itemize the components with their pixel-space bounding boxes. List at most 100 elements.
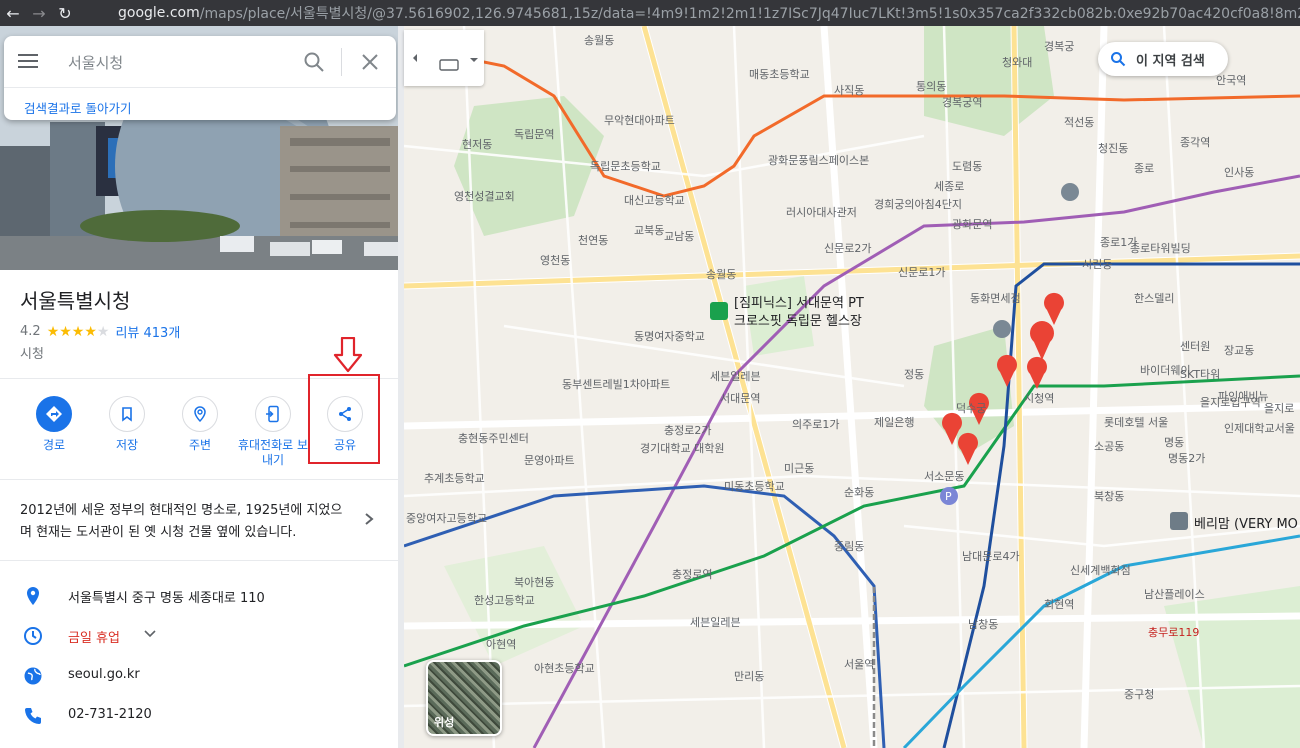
map-label: 경복궁역 (942, 96, 983, 109)
poi-label[interactable]: [짐피닉스] 서대문역 PT (734, 292, 864, 311)
back-to-results-link[interactable]: 검색결과로 돌아가기 (24, 98, 131, 117)
map-label: 롯데호텔 서울 (1104, 416, 1169, 429)
annotation-arrow-icon (333, 337, 363, 373)
map-label: 순화동 (844, 486, 875, 499)
nearby-button[interactable]: 주변 (163, 396, 237, 453)
website-text: seoul.go.kr (68, 667, 140, 682)
map-label: 아현역 (486, 638, 517, 651)
map-label: 신문로1가 (898, 266, 946, 279)
map-label: 추계초등학교 (424, 472, 485, 485)
map-label: 제일은행 (874, 416, 915, 429)
browser-toolbar: ← → ↻ google.com/maps/place/서울특별시청/@37.5… (0, 0, 1300, 26)
address-row[interactable]: 서울특별시 중구 명동 세종대로 110 (0, 577, 398, 617)
search-this-area-label: 이 지역 검색 (1136, 53, 1205, 69)
map-canvas[interactable]: P [짐피닉스] 서대문역 PT 크로스핏 독립문 헬스장 베리맘 (VERY … (404, 26, 1300, 748)
url-path: /maps/place/서울특별시청/@37.5616902,126.97456… (199, 6, 1300, 22)
url-host: google.com (118, 5, 200, 21)
search-box: 서울시청 검색결과로 돌아가기 (4, 36, 396, 120)
website-row[interactable]: seoul.go.kr (0, 657, 398, 697)
svg-text:P: P (945, 490, 952, 503)
map-label: 천연동 (578, 234, 609, 247)
save-label: 저장 (115, 438, 139, 452)
save-button[interactable]: 저장 (90, 396, 164, 453)
share-highlight-box (308, 374, 380, 464)
map-label: 바이더웨이 (1140, 364, 1191, 377)
map-label: 한성고등학교 (474, 594, 535, 607)
map-label: 교북동 (634, 224, 665, 237)
poi-label[interactable]: 베리맘 (VERY MO (1194, 513, 1298, 532)
map-label: 영천동 (540, 254, 571, 267)
search-icon[interactable] (302, 50, 326, 74)
map-label: 독립문역 (514, 128, 555, 141)
map-label: 종각역 (1180, 136, 1211, 149)
map-label: 경희궁의아침4단지 (874, 198, 962, 211)
chevron-right-icon[interactable] (362, 512, 376, 526)
hours-row[interactable]: 금일 휴업 (0, 617, 398, 657)
map-label: 광화문역 (952, 218, 993, 231)
map-label: 미근동 (784, 462, 815, 475)
map-label: 서울역 (844, 658, 875, 671)
map-label: 파인애비뉴 (1218, 390, 1269, 403)
map-label: 장교동 (1224, 344, 1255, 357)
map-label: 청와대 (1002, 56, 1033, 69)
nearby-icon (182, 396, 218, 432)
map-label: 회현역 (1044, 598, 1075, 611)
star-rating: ★★★★★ (46, 323, 110, 340)
send-to-phone-icon (255, 396, 291, 432)
rating-value: 4.2 (20, 324, 41, 339)
directions-button[interactable]: 경로 (17, 396, 91, 453)
map-label: 중림동 (834, 540, 865, 553)
forward-icon[interactable]: → (26, 0, 52, 26)
map-label: 종로타워빌딩 (1130, 242, 1191, 255)
map-label: 만리동 (734, 670, 765, 683)
back-icon[interactable]: ← (0, 0, 26, 26)
chevron-down-icon[interactable] (143, 627, 157, 641)
place-panel: 서울시청 검색결과로 돌아가기 서울특별시청 4.2 ★★★★★ 리뷰 413개… (0, 26, 398, 748)
map-label: 의주로1가 (792, 418, 840, 431)
map-label: 사직동 (834, 84, 865, 97)
globe-icon (24, 667, 42, 685)
close-icon[interactable] (358, 50, 382, 74)
map-label: 인제대학교서울 (1224, 422, 1295, 435)
place-description[interactable]: 2012년에 세운 정부의 현대적인 명소로, 1925년에 지었으며 현재는 … (20, 500, 350, 544)
clock-icon (24, 627, 42, 645)
map-label: 충현동주민센터 (458, 432, 529, 445)
phone-row[interactable]: 02-731-2120 (0, 697, 398, 737)
satellite-label: 위성 (434, 716, 455, 729)
place-title: 서울특별시청 (20, 289, 131, 313)
map-label: 북아현동 (514, 576, 555, 589)
address-bar[interactable]: google.com/maps/place/서울특별시청/@37.5616902… (108, 2, 1300, 24)
menu-icon[interactable] (18, 52, 40, 70)
map-label: 현저동 (462, 138, 493, 151)
map-label: 러시아대사관저 (786, 206, 857, 219)
send-to-phone-button[interactable]: 휴대전화로 보내기 (236, 396, 310, 468)
map-label: 경기대학교 대학원 (640, 442, 725, 455)
satellite-toggle[interactable]: 위성 (426, 660, 502, 736)
search-this-area-button[interactable]: 이 지역 검색 (1098, 42, 1228, 76)
map-label: 세븐일레븐 (690, 616, 741, 629)
map-label: 적선동 (1064, 116, 1095, 129)
location-pin-icon (27, 587, 39, 605)
map-label: 소공동 (1094, 440, 1125, 453)
rating-row: 4.2 ★★★★★ 리뷰 413개 (20, 322, 180, 342)
search-input[interactable]: 서울시청 (68, 52, 123, 73)
map-label: 광화문풍림스페이스본 (768, 154, 870, 167)
map-label: 신문로2가 (824, 242, 872, 255)
keyboard-layout-control[interactable] (404, 30, 484, 86)
directions-icon (36, 396, 72, 432)
phone-text: 02-731-2120 (68, 707, 152, 722)
reviews-link[interactable]: 리뷰 413개 (115, 322, 180, 341)
place-photo[interactable]: 서울시청 검색결과로 돌아가기 (0, 26, 398, 270)
map-label: 충정로2가 (664, 424, 712, 437)
map-label: 센터원 (1180, 340, 1211, 353)
place-category[interactable]: 시청 (20, 343, 44, 362)
reload-icon[interactable]: ↻ (52, 0, 78, 26)
map-label: 매동초등학교 (749, 68, 810, 81)
map-label: 송월동 (706, 268, 737, 281)
map-label: 도렴동 (952, 160, 983, 173)
map-label: 독립문초등학교 (590, 160, 661, 173)
keyboard-icon (413, 54, 478, 71)
poi-label[interactable]: 크로스핏 독립문 헬스장 (734, 310, 862, 329)
map-label: 청진동 (1098, 142, 1129, 155)
map-label: 통의동 (916, 80, 947, 93)
